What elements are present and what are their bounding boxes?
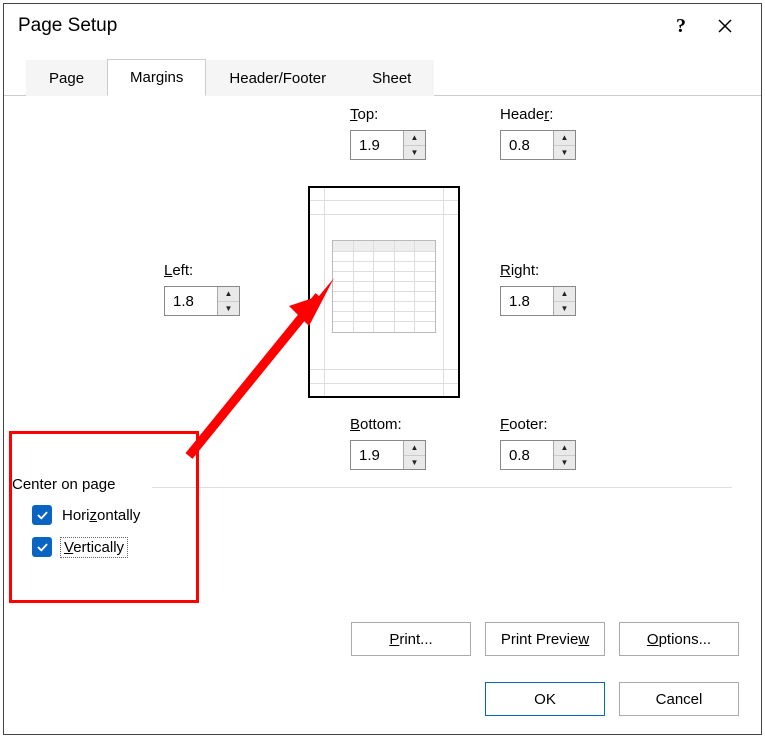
left-spinner[interactable]: 1.8 ▲▼ — [164, 286, 240, 316]
check-icon — [36, 509, 49, 522]
title-bar: Page Setup ? — [4, 4, 761, 48]
footer-value[interactable]: 0.8 — [501, 441, 553, 469]
right-label: Right: — [500, 262, 539, 279]
page-setup-dialog: Page Setup ? Page Margins Header/Footer … — [3, 3, 762, 735]
left-label: Left: — [164, 262, 193, 279]
tab-margins[interactable]: Margins — [107, 59, 206, 96]
help-button[interactable]: ? — [659, 4, 703, 48]
header-up-icon[interactable]: ▲ — [554, 131, 575, 146]
right-value[interactable]: 1.8 — [501, 287, 553, 315]
footer-spinner[interactable]: 0.8 ▲▼ — [500, 440, 576, 470]
cancel-button[interactable]: Cancel — [619, 682, 739, 716]
left-up-icon[interactable]: ▲ — [218, 287, 239, 302]
horizontally-label: Horizontally — [62, 507, 140, 524]
left-value[interactable]: 1.8 — [165, 287, 217, 315]
header-value[interactable]: 0.8 — [501, 131, 553, 159]
top-spinner[interactable]: 1.9 ▲▼ — [350, 130, 426, 160]
close-icon — [717, 18, 733, 34]
header-label: Header: — [500, 106, 553, 123]
bottom-spinner[interactable]: 1.9 ▲▼ — [350, 440, 426, 470]
footer-down-icon[interactable]: ▼ — [554, 456, 575, 470]
right-up-icon[interactable]: ▲ — [554, 287, 575, 302]
bottom-value[interactable]: 1.9 — [351, 441, 403, 469]
dialog-title: Page Setup — [18, 15, 117, 37]
bottom-label: Bottom: — [350, 416, 402, 433]
right-spinner[interactable]: 1.8 ▲▼ — [500, 286, 576, 316]
close-button[interactable] — [703, 4, 747, 48]
bottom-up-icon[interactable]: ▲ — [404, 441, 425, 456]
options-button[interactable]: Options... — [619, 622, 739, 656]
print-preview-button[interactable]: Print Preview — [485, 622, 605, 656]
tab-sheet[interactable]: Sheet — [349, 60, 434, 96]
bottom-down-icon[interactable]: ▼ — [404, 456, 425, 470]
tab-bar: Page Margins Header/Footer Sheet — [4, 56, 761, 96]
ok-button[interactable]: OK — [485, 682, 605, 716]
footer-up-icon[interactable]: ▲ — [554, 441, 575, 456]
right-down-icon[interactable]: ▼ — [554, 302, 575, 316]
center-on-page-section: Center on page Horizontally Vertically — [12, 476, 732, 557]
footer-label: Footer: — [500, 416, 548, 433]
header-down-icon[interactable]: ▼ — [554, 146, 575, 160]
horizontally-checkbox[interactable] — [32, 505, 52, 525]
action-buttons-row-1: Print... Print Preview Options... — [351, 622, 739, 656]
preview-table-icon — [332, 240, 436, 333]
top-value[interactable]: 1.9 — [351, 131, 403, 159]
page-preview — [308, 186, 460, 398]
action-buttons-row-2: OK Cancel — [485, 682, 739, 716]
tab-body: Top: 1.9 ▲▼ Header: 0.8 ▲▼ Left: 1.8 ▲▼ … — [4, 96, 761, 734]
header-spinner[interactable]: 0.8 ▲▼ — [500, 130, 576, 160]
top-down-icon[interactable]: ▼ — [404, 146, 425, 160]
print-button[interactable]: Print... — [351, 622, 471, 656]
check-icon — [36, 541, 49, 554]
vertically-label: Vertically — [62, 539, 126, 556]
vertically-checkbox[interactable] — [32, 537, 52, 557]
top-label: Top: — [350, 106, 378, 123]
left-down-icon[interactable]: ▼ — [218, 302, 239, 316]
top-up-icon[interactable]: ▲ — [404, 131, 425, 146]
tab-header-footer[interactable]: Header/Footer — [206, 60, 349, 96]
center-on-page-label: Center on page — [12, 476, 121, 493]
tab-page[interactable]: Page — [26, 60, 107, 96]
